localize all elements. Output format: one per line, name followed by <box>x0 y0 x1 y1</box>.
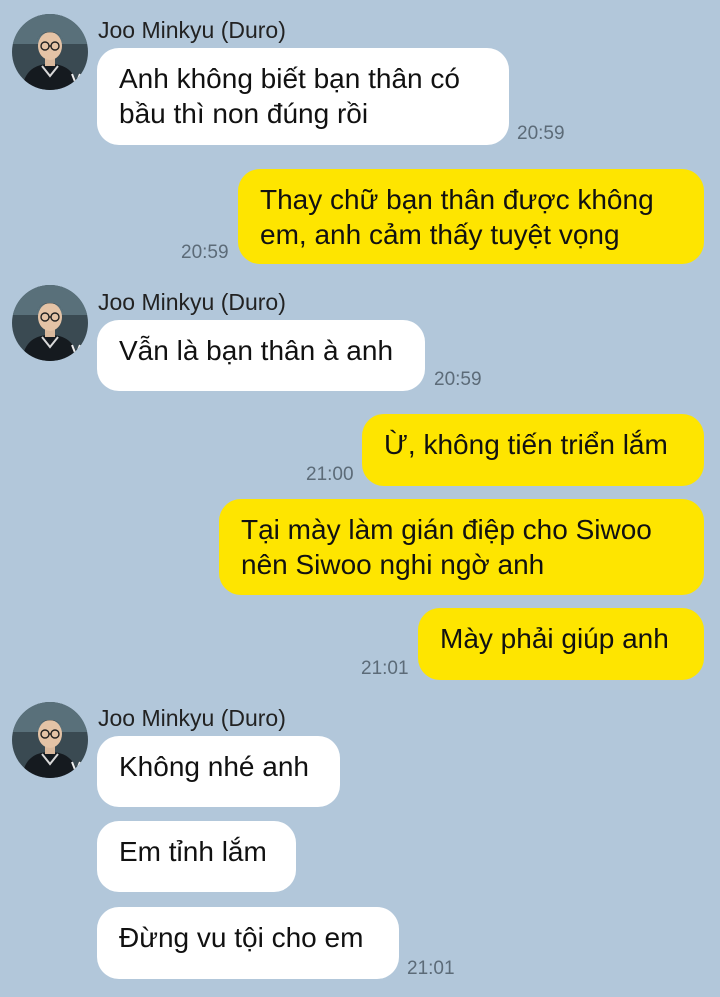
message-text-line: Vẫn là bạn thân à anh <box>119 335 394 366</box>
sender-avatar[interactable] <box>12 702 88 778</box>
message-time: 20:59 <box>181 242 229 263</box>
message-time: 21:00 <box>306 464 354 485</box>
message-bubble-incoming[interactable]: Em tỉnh lắm <box>97 821 296 892</box>
message-text-line: bầu thì non đúng rồi <box>119 98 369 129</box>
message-bubble-outgoing[interactable]: Tại mày làm gián điệp cho Siwoo nên Siwo… <box>219 499 704 595</box>
message-bubble-outgoing[interactable]: Thay chữ bạn thân được không em, anh cảm… <box>238 169 704 264</box>
profile-photo-icon <box>12 702 88 778</box>
message-bubble-incoming[interactable]: Đừng vu tội cho em <box>97 907 399 979</box>
message-text-line: Ừ, không tiến triển lắm <box>384 429 668 460</box>
message-bubble-incoming[interactable]: Vẫn là bạn thân à anh <box>97 320 425 391</box>
profile-photo-icon <box>12 285 88 361</box>
message-text-line: Thay chữ bạn thân được không <box>260 184 654 215</box>
sender-name: Joo Minkyu (Duro) <box>98 17 286 43</box>
message-time: 20:59 <box>434 369 482 390</box>
message-text-line: em, anh cảm thấy tuyệt vọng <box>260 219 620 250</box>
sender-name: Joo Minkyu (Duro) <box>98 289 286 315</box>
sender-avatar[interactable] <box>12 14 88 90</box>
message-text-line: nên Siwoo nghi ngờ anh <box>241 549 545 580</box>
message-text-line: Đừng vu tội cho em <box>119 922 364 953</box>
chat-window[interactable]: Joo Minkyu (Duro) Anh không biết bạn thâ… <box>0 0 720 997</box>
message-text-line: Em tỉnh lắm <box>119 836 267 867</box>
message-text-line: Tại mày làm gián điệp cho Siwoo <box>241 514 652 545</box>
message-bubble-outgoing[interactable]: Ừ, không tiến triển lắm <box>362 414 704 486</box>
profile-photo-icon <box>12 14 88 90</box>
message-bubble-outgoing[interactable]: Mày phải giúp anh <box>418 608 704 680</box>
message-text-line: Không nhé anh <box>119 751 309 782</box>
sender-avatar[interactable] <box>12 285 88 361</box>
message-bubble-incoming[interactable]: Không nhé anh <box>97 736 340 807</box>
message-bubble-incoming[interactable]: Anh không biết bạn thân có bầu thì non đ… <box>97 48 509 145</box>
message-time: 21:01 <box>407 958 455 979</box>
sender-name: Joo Minkyu (Duro) <box>98 705 286 731</box>
message-text-line: Mày phải giúp anh <box>440 623 669 654</box>
message-time: 21:01 <box>361 658 409 679</box>
message-text-line: Anh không biết bạn thân có <box>119 63 460 94</box>
message-time: 20:59 <box>517 123 565 144</box>
